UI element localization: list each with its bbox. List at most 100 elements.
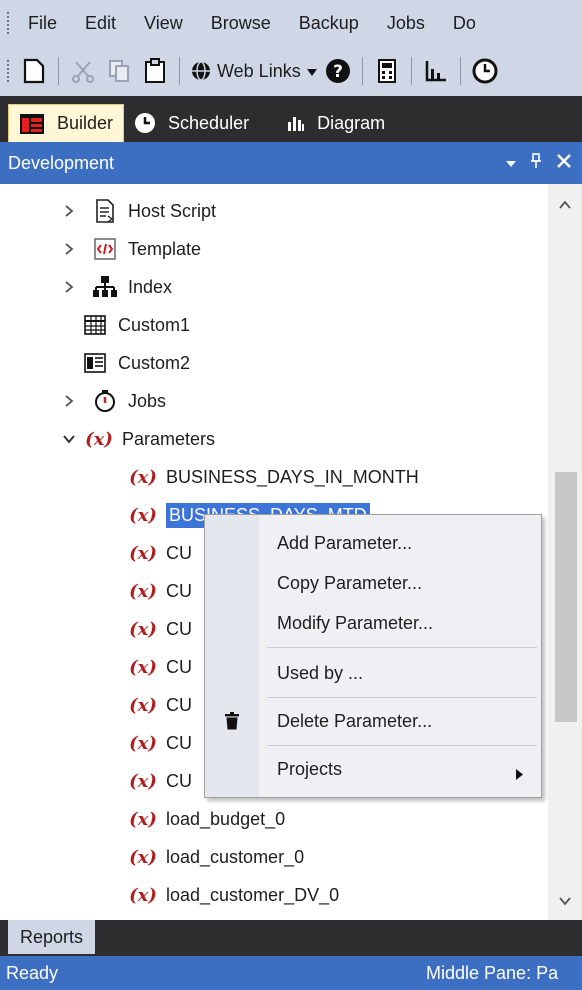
menu-bar: File Edit View Browse Backup Jobs Do [0, 0, 582, 46]
toolbar-separator [459, 57, 461, 85]
submenu-arrow-icon [516, 764, 523, 785]
parameter-icon: (x) [129, 770, 157, 792]
menu-backup[interactable]: Backup [285, 0, 373, 46]
parameter-item[interactable]: (x) CU [128, 572, 192, 610]
paste-icon[interactable] [140, 54, 170, 88]
menu-item-delete-parameter[interactable]: Delete Parameter... [205, 701, 541, 741]
builder-icon [19, 113, 51, 135]
menu-item-used-by[interactable]: Used by ... [205, 653, 541, 693]
parameter-icon: (x) [129, 846, 157, 868]
parameter-icon: (x) [129, 466, 157, 488]
svg-text:?: ? [333, 62, 343, 82]
parameter-label: BUSINESS_DAYS_IN_MONTH [166, 466, 419, 487]
copy-icon[interactable] [104, 54, 134, 88]
menu-item-add-parameter[interactable]: Add Parameter... [205, 523, 541, 563]
chevron-right-icon[interactable] [58, 204, 80, 218]
pane-header: Development [0, 142, 582, 184]
tree-item-jobs[interactable]: Jobs [58, 382, 166, 420]
tree-item-label: Parameters [122, 428, 216, 449]
scrollbar-thumb[interactable] [555, 472, 577, 722]
menu-grip[interactable] [0, 0, 16, 46]
menu-item-copy-parameter[interactable]: Copy Parameter... [205, 563, 541, 603]
toolbar-separator [179, 57, 180, 85]
close-icon[interactable] [556, 153, 572, 174]
menu-jobs[interactable]: Jobs [373, 0, 439, 46]
view-tabs: Builder Scheduler Diagram [0, 96, 582, 142]
dropdown-arrow-icon [306, 61, 317, 82]
parameter-label: load_customer_DV_0 [166, 884, 340, 905]
parameter-item[interactable]: (x) CU [128, 610, 192, 648]
host-script-icon [90, 198, 120, 224]
cut-icon[interactable] [68, 54, 98, 88]
pane-menu-icon[interactable] [506, 153, 516, 174]
pin-icon[interactable] [530, 152, 542, 174]
tree-item-parameters[interactable]: (x) Parameters [58, 420, 215, 458]
parameter-item[interactable]: (x) CU [128, 762, 192, 800]
chevron-down-icon[interactable] [58, 434, 80, 444]
tree-item-custom1[interactable]: Custom1 [80, 306, 190, 344]
toolbar-separator [361, 57, 363, 85]
menu-separator [267, 697, 537, 698]
menu-separator [267, 647, 537, 648]
chevron-right-icon[interactable] [58, 242, 80, 256]
parameter-item[interactable]: (x) CU [128, 686, 192, 724]
chevron-right-icon[interactable] [58, 280, 80, 294]
parameter-label: CU [166, 732, 192, 753]
clock-icon[interactable] [470, 54, 500, 88]
parameter-item[interactable]: (x) CU [128, 534, 192, 572]
parameter-icon: (x) [129, 884, 157, 906]
calculator-icon[interactable] [372, 54, 402, 88]
form-icon [80, 350, 110, 376]
tree-item-label: Jobs [128, 390, 167, 411]
parameter-item[interactable]: (x) load_customer_0 [128, 838, 304, 876]
template-icon [90, 236, 120, 262]
menu-file[interactable]: File [16, 0, 71, 46]
parameter-item[interactable]: (x) load_budget_0 [128, 800, 285, 838]
menu-item-projects[interactable]: Projects [205, 749, 541, 789]
menu-browse[interactable]: Browse [197, 0, 285, 46]
toolbar: Web Links ? [0, 46, 582, 96]
tab-diagram-label: Diagram [317, 112, 386, 133]
parameter-icon: (x) [129, 580, 157, 602]
parameter-item[interactable]: (x) BUSINESS_DAYS_IN_MONTH [128, 458, 419, 496]
menu-item-modify-parameter[interactable]: Modify Parameter... [205, 603, 541, 643]
parameter-item[interactable]: (x) CU [128, 648, 192, 686]
parameter-icon: (x) [129, 732, 157, 754]
menu-edit[interactable]: Edit [71, 0, 130, 46]
tab-scheduler[interactable]: Scheduler [124, 104, 259, 142]
tree-scrollbar[interactable] [548, 184, 582, 920]
menu-view[interactable]: View [130, 0, 197, 46]
status-bar: Ready Middle Pane: Pa [0, 956, 582, 990]
parameter-label: CU [166, 542, 192, 563]
parameter-label: CU [166, 770, 192, 791]
help-icon[interactable]: ? [323, 54, 353, 88]
parameter-label: CU [166, 694, 192, 715]
clock-icon [134, 112, 162, 134]
new-document-icon[interactable] [19, 54, 49, 88]
tab-builder[interactable]: Builder [8, 104, 125, 142]
parameter-label: CU [166, 656, 192, 677]
tree-item-label: Custom2 [118, 352, 191, 373]
web-links-dropdown[interactable]: Web Links [189, 54, 317, 88]
tree-item-index[interactable]: Index [58, 268, 172, 306]
chevron-up-icon[interactable] [548, 190, 582, 220]
tree-item-custom2[interactable]: Custom2 [80, 344, 190, 382]
status-text: Ready [6, 963, 59, 983]
tab-builder-label: Builder [57, 113, 114, 133]
chart-icon[interactable] [421, 54, 451, 88]
menu-do[interactable]: Do [439, 0, 490, 46]
tree-item-host-script[interactable]: Host Script [58, 192, 216, 230]
toolbar-grip[interactable] [0, 46, 16, 96]
tree-item-label: Index [128, 276, 173, 297]
menu-separator [267, 745, 537, 746]
parameter-item[interactable]: (x) load_customer_DV_0 [128, 876, 339, 914]
parameter-icon: (x) [129, 656, 157, 678]
tree-item-label: Custom1 [118, 314, 191, 335]
tree-item-template[interactable]: Template [58, 230, 201, 268]
chevron-down-icon[interactable] [548, 886, 582, 916]
tab-diagram[interactable]: Diagram [277, 104, 395, 142]
parameter-label: load_budget_0 [166, 808, 286, 829]
parameter-item[interactable]: (x) CU [128, 724, 192, 762]
tab-reports[interactable]: Reports [8, 920, 96, 954]
chevron-right-icon[interactable] [58, 394, 80, 408]
